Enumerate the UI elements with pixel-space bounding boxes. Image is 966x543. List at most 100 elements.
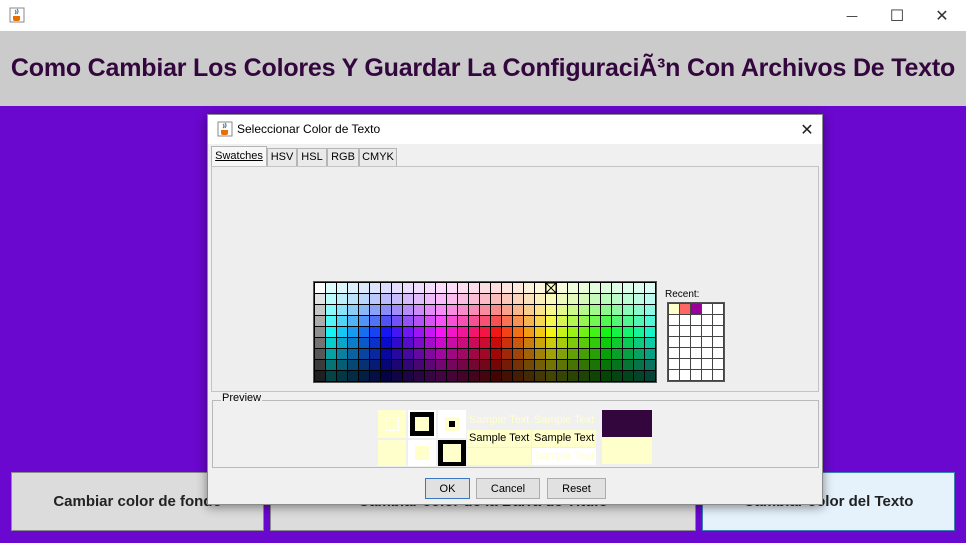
swatch-cell[interactable] (579, 283, 589, 293)
swatch-cell[interactable] (480, 283, 490, 293)
tab-hsl[interactable]: HSL (297, 148, 327, 166)
swatch-cell[interactable] (601, 338, 611, 348)
swatch-cell[interactable] (590, 349, 600, 359)
swatch-cell[interactable] (645, 371, 655, 381)
swatch-cell[interactable] (491, 349, 501, 359)
swatch-cell[interactable] (348, 283, 358, 293)
swatch-cell[interactable] (546, 305, 556, 315)
swatch-cell[interactable] (414, 316, 424, 326)
swatch-cell[interactable] (579, 338, 589, 348)
ok-button[interactable]: OK (425, 478, 470, 499)
swatch-cell[interactable] (403, 349, 413, 359)
swatch-cell[interactable] (491, 327, 501, 337)
swatch-cell[interactable] (414, 338, 424, 348)
swatch-cell[interactable] (535, 283, 545, 293)
recent-swatch-grid[interactable] (667, 302, 725, 382)
swatch-cell[interactable] (337, 371, 347, 381)
swatch-cell[interactable] (568, 316, 578, 326)
recent-swatch-cell[interactable] (713, 337, 723, 347)
swatch-cell[interactable] (414, 360, 424, 370)
swatch-cell[interactable] (480, 294, 490, 304)
swatch-cell[interactable] (348, 294, 358, 304)
swatch-cell[interactable] (524, 360, 534, 370)
swatch-cell[interactable] (447, 360, 457, 370)
swatch-cell[interactable] (513, 316, 523, 326)
swatch-cell[interactable] (491, 338, 501, 348)
swatch-cell[interactable] (436, 327, 446, 337)
swatch-cell[interactable] (623, 360, 633, 370)
swatch-cell[interactable] (315, 283, 325, 293)
swatch-cell[interactable] (392, 294, 402, 304)
swatch-cell[interactable] (634, 305, 644, 315)
swatch-cell[interactable] (568, 294, 578, 304)
recent-swatch-cell[interactable] (680, 326, 690, 336)
swatch-cell[interactable] (568, 371, 578, 381)
swatch-cell[interactable] (458, 316, 468, 326)
swatch-cell[interactable] (326, 338, 336, 348)
swatch-grid[interactable] (313, 281, 657, 383)
swatch-cell[interactable] (447, 327, 457, 337)
swatch-cell[interactable] (469, 360, 479, 370)
swatch-cell[interactable] (590, 371, 600, 381)
swatch-cell[interactable] (326, 349, 336, 359)
recent-swatch-cell[interactable] (702, 359, 712, 369)
swatch-cell[interactable] (524, 327, 534, 337)
swatch-cell[interactable] (623, 305, 633, 315)
swatch-cell[interactable] (634, 338, 644, 348)
swatch-cell[interactable] (348, 360, 358, 370)
recent-swatch-cell[interactable] (713, 370, 723, 380)
swatch-cell[interactable] (535, 294, 545, 304)
swatch-cell[interactable] (623, 327, 633, 337)
swatch-cell[interactable] (491, 283, 501, 293)
swatch-cell[interactable] (436, 371, 446, 381)
swatch-cell[interactable] (491, 305, 501, 315)
swatch-cell[interactable] (546, 327, 556, 337)
swatch-cell[interactable] (359, 349, 369, 359)
swatch-cell[interactable] (524, 349, 534, 359)
swatch-cell[interactable] (458, 283, 468, 293)
swatch-cell[interactable] (645, 294, 655, 304)
swatch-cell[interactable] (458, 327, 468, 337)
swatch-cell[interactable] (370, 349, 380, 359)
swatch-cell[interactable] (469, 349, 479, 359)
swatch-cell[interactable] (502, 360, 512, 370)
swatch-cell[interactable] (370, 294, 380, 304)
swatch-cell[interactable] (480, 349, 490, 359)
swatch-cell[interactable] (414, 283, 424, 293)
recent-swatch-cell[interactable] (691, 337, 701, 347)
swatch-cell[interactable] (634, 316, 644, 326)
swatch-cell[interactable] (535, 371, 545, 381)
swatch-cell[interactable] (392, 283, 402, 293)
swatch-cell[interactable] (513, 294, 523, 304)
swatch-cell[interactable] (491, 294, 501, 304)
swatch-cell[interactable] (315, 371, 325, 381)
swatch-cell[interactable] (469, 327, 479, 337)
swatch-cell[interactable] (414, 294, 424, 304)
swatch-cell[interactable] (623, 371, 633, 381)
swatch-cell[interactable] (480, 371, 490, 381)
recent-swatch-cell[interactable] (713, 326, 723, 336)
swatch-cell[interactable] (469, 283, 479, 293)
swatch-cell[interactable] (315, 338, 325, 348)
swatch-cell[interactable] (645, 327, 655, 337)
swatch-cell[interactable] (502, 316, 512, 326)
swatch-cell[interactable] (480, 316, 490, 326)
swatch-cell[interactable] (535, 360, 545, 370)
swatch-cell[interactable] (315, 316, 325, 326)
recent-swatch-cell[interactable] (713, 304, 723, 314)
swatch-cell[interactable] (425, 360, 435, 370)
swatch-cell[interactable] (590, 283, 600, 293)
recent-swatch-cell[interactable] (702, 326, 712, 336)
swatch-cell[interactable] (337, 338, 347, 348)
swatch-cell[interactable] (469, 371, 479, 381)
swatch-cell[interactable] (469, 316, 479, 326)
swatch-cell[interactable] (458, 371, 468, 381)
recent-swatch-cell[interactable] (669, 326, 679, 336)
swatch-cell[interactable] (392, 349, 402, 359)
swatch-cell[interactable] (469, 294, 479, 304)
recent-swatch-cell[interactable] (680, 348, 690, 358)
swatch-cell[interactable] (392, 360, 402, 370)
swatch-cell[interactable] (623, 316, 633, 326)
swatch-cell[interactable] (348, 349, 358, 359)
minimize-button[interactable]: — (829, 0, 875, 31)
